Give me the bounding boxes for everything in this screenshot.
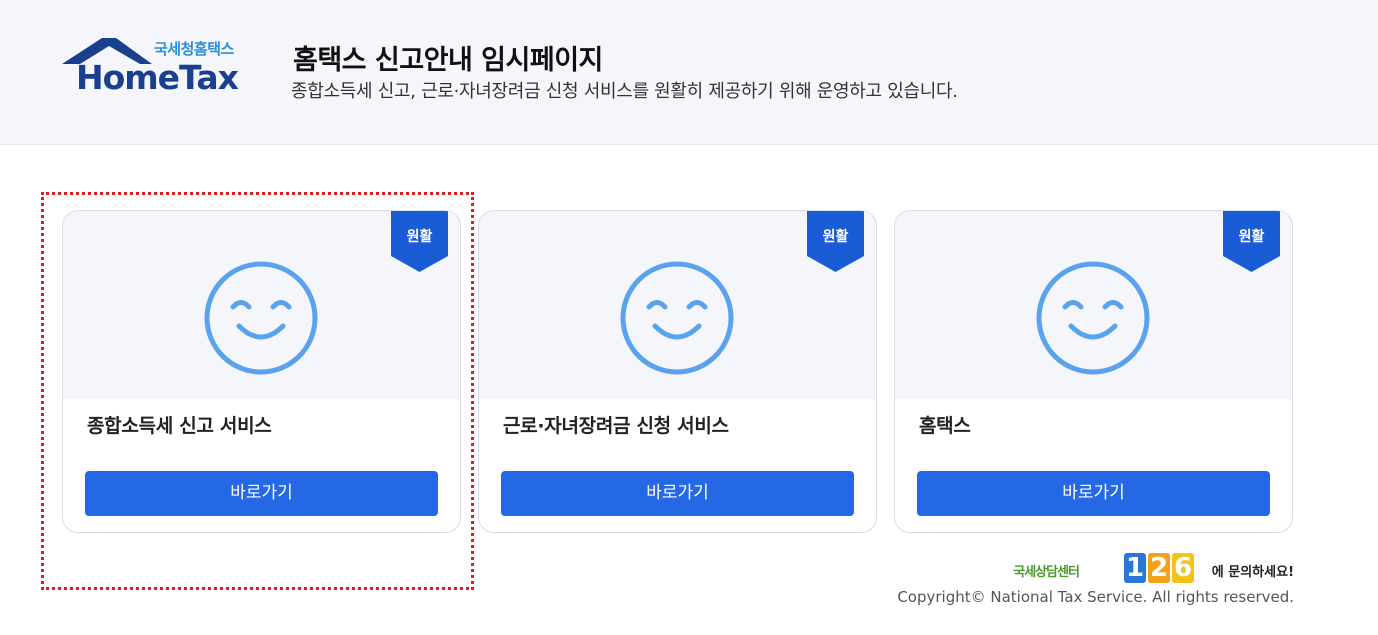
service-card-hometax: 원활 홈택스 바로가기 bbox=[894, 210, 1293, 533]
copyright-text: Copyright© National Tax Service. All rig… bbox=[897, 588, 1294, 606]
hometax-logo[interactable]: 국세청홈택스 HomeTax bbox=[62, 36, 252, 100]
smiley-face-icon bbox=[204, 261, 318, 375]
go-button[interactable]: 바로가기 bbox=[917, 471, 1270, 516]
contact-digit: 2 bbox=[1148, 553, 1170, 583]
contact-digit: 1 bbox=[1124, 553, 1146, 583]
page-header: 국세청홈택스 HomeTax 홈택스 신고안내 임시페이지 종합소득세 신고, … bbox=[0, 0, 1378, 145]
card-title: 홈택스 bbox=[919, 415, 971, 437]
status-badge: 원활 bbox=[391, 211, 448, 272]
contact-suffix: 에 문의하세요! bbox=[1211, 565, 1294, 580]
card-title: 근로·자녀장려금 신청 서비스 bbox=[503, 415, 729, 437]
smiley-face-icon bbox=[1036, 261, 1150, 375]
contact-banner: 국세상담센터 1 2 6 에 문의하세요! bbox=[1013, 553, 1294, 587]
service-card-incentive: 원활 근로·자녀장려금 신청 서비스 바로가기 bbox=[478, 210, 877, 533]
contact-digit: 6 bbox=[1172, 553, 1194, 583]
logo-korean-text: 국세청홈택스 bbox=[154, 40, 234, 58]
status-label: 원활 bbox=[406, 229, 433, 245]
go-button[interactable]: 바로가기 bbox=[85, 471, 438, 516]
contact-center-label: 국세상담센터 bbox=[1013, 565, 1080, 580]
smiley-face-icon bbox=[620, 261, 734, 375]
page-title: 홈택스 신고안내 임시페이지 bbox=[293, 45, 603, 76]
go-button[interactable]: 바로가기 bbox=[501, 471, 854, 516]
status-badge: 원활 bbox=[1223, 211, 1280, 272]
status-label: 원활 bbox=[1238, 229, 1265, 245]
card-title: 종합소득세 신고 서비스 bbox=[87, 415, 272, 437]
logo-hometax-text: HomeTax bbox=[76, 58, 239, 97]
contact-number: 1 2 6 bbox=[1124, 553, 1194, 583]
service-card-income-tax: 원활 종합소득세 신고 서비스 바로가기 bbox=[62, 210, 461, 533]
status-badge: 원활 bbox=[807, 211, 864, 272]
status-label: 원활 bbox=[822, 229, 849, 245]
page-subtitle: 종합소득세 신고, 근로·자녀장려금 신청 서비스를 원활히 제공하기 위해 운… bbox=[291, 81, 958, 102]
